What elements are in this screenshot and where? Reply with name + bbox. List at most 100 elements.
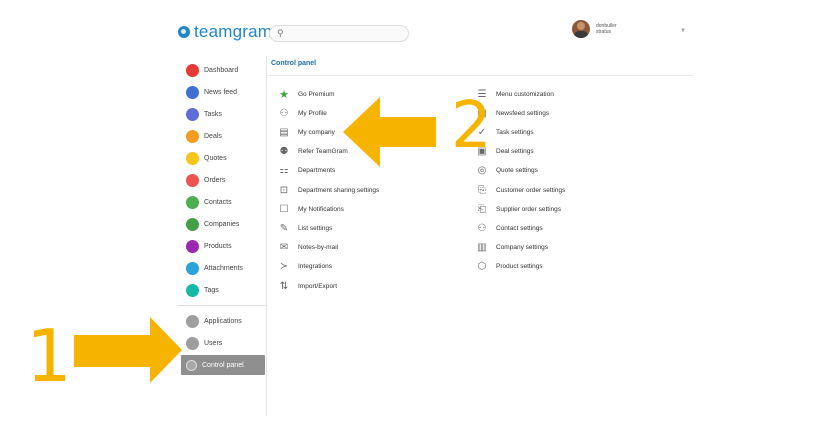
setting-label: Deal settings (496, 148, 534, 156)
tags-icon (186, 283, 199, 297)
tasks-icon (186, 107, 199, 121)
supplier-order-icon: ⎗ (478, 203, 486, 215)
sidebar-item-tasks[interactable]: Tasks (181, 104, 265, 124)
quote-icon: ◎ (477, 165, 487, 177)
star-icon: ★ (279, 88, 289, 101)
setting-quote-settings[interactable]: ◎ Quote settings (475, 164, 538, 178)
attachments-icon (186, 261, 199, 275)
setting-departments[interactable]: ⚏ Departments (277, 164, 336, 178)
sidebar-item-label: Applications (204, 317, 242, 325)
sidebar-divider (177, 305, 266, 306)
company-icon: ▥ (477, 242, 487, 254)
products-icon (186, 239, 199, 253)
refer-icon: ⚉ (279, 146, 289, 158)
sidebar-item-dashboard[interactable]: Dashboard (181, 60, 265, 80)
companies-icon (186, 217, 199, 231)
setting-contact-settings[interactable]: ⚇ Contact settings (475, 221, 543, 235)
setting-label: My Profile (298, 109, 327, 117)
setting-label: Menu customization (496, 90, 554, 98)
user-menu[interactable]: donbuller stratus (572, 20, 617, 38)
setting-supplier-order-settings[interactable]: ⎗ Supplier order settings (475, 202, 561, 216)
person-icon: ⚇ (279, 107, 289, 119)
setting-label: Product settings (496, 263, 543, 271)
customer-order-icon: ⎘ (478, 184, 486, 196)
user-name-line2: stratus (596, 29, 612, 35)
sidebar-item-attachments[interactable]: Attachments (181, 258, 265, 278)
chevron-down-icon[interactable]: ▼ (680, 28, 686, 34)
sidebar-item-label: Control panel (202, 361, 244, 369)
sidebar-item-products[interactable]: Products (181, 236, 265, 256)
setting-department-sharing-settings[interactable]: ⊡ Department sharing settings (277, 183, 380, 197)
setting-label: Department sharing settings (298, 186, 380, 194)
sidebar: Dashboard News feed Tasks Deals Quotes O… (177, 56, 267, 416)
sidebar-item-news-feed[interactable]: News feed (181, 82, 265, 102)
departments-icon: ⚏ (279, 165, 289, 177)
gear-icon (186, 359, 197, 371)
setting-label: Company settings (496, 244, 549, 252)
setting-import-export[interactable]: ⇅ Import/Export (277, 279, 337, 293)
lock-icon: ⊡ (279, 184, 289, 196)
contacts-icon (186, 195, 199, 209)
title-divider (267, 75, 693, 76)
sidebar-item-label: Orders (204, 176, 226, 184)
setting-go-premium[interactable]: ★ Go Premium (277, 87, 334, 101)
step-1-label: 1 (26, 314, 72, 398)
setting-label: My company (298, 128, 335, 136)
setting-label: Supplier order settings (496, 205, 562, 213)
setting-company-settings[interactable]: ▥ Company settings (475, 241, 548, 255)
logo[interactable]: teamgram (178, 22, 272, 42)
sidebar-item-deals[interactable]: Deals (181, 126, 265, 146)
setting-label: Customer order settings (496, 186, 566, 194)
building-icon: ▤ (279, 126, 289, 138)
setting-notes-by-mail[interactable]: ✉ Notes-by-mail (277, 241, 338, 255)
sidebar-item-contacts[interactable]: Contacts (181, 192, 265, 212)
search-input[interactable]: ⚲ (269, 25, 409, 42)
setting-product-settings[interactable]: ⬡ Product settings (475, 260, 543, 274)
sidebar-item-label: Tags (204, 286, 219, 294)
list-edit-icon: ✎ (279, 222, 289, 234)
sidebar-item-label: Products (204, 242, 232, 250)
logo-icon (178, 26, 190, 38)
quotes-icon (186, 151, 199, 165)
sidebar-item-tags[interactable]: Tags (181, 280, 265, 300)
setting-refer-teamgram[interactable]: ⚉ Refer TeamGram (277, 145, 348, 159)
orders-icon (186, 173, 199, 187)
deals-icon (186, 129, 199, 143)
dashboard-icon (186, 63, 199, 77)
sidebar-item-companies[interactable]: Companies (181, 214, 265, 234)
setting-my-notifications[interactable]: ☐ My Notifications (277, 202, 344, 216)
setting-label: Import/Export (298, 282, 338, 290)
setting-label: Task settings (496, 128, 534, 136)
sidebar-item-label: Dashboard (204, 66, 239, 74)
setting-integrations[interactable]: ≻ Integrations (277, 260, 332, 274)
setting-label: Departments (298, 167, 336, 175)
sidebar-item-label: Contacts (204, 198, 232, 206)
sidebar-item-users[interactable]: Users (181, 333, 265, 353)
setting-label: Notes-by-mail (298, 244, 339, 252)
sidebar-item-label: News feed (204, 88, 238, 96)
integrations-icon: ≻ (279, 261, 289, 273)
box-icon: ⬡ (477, 261, 487, 273)
sidebar-item-label: Companies (204, 220, 240, 228)
notification-icon: ☐ (279, 203, 289, 215)
search-icon: ⚲ (277, 28, 284, 38)
sidebar-item-applications[interactable]: Applications (181, 311, 265, 331)
setting-label: Refer TeamGram (298, 148, 348, 156)
setting-label: Contact settings (496, 224, 543, 232)
setting-list-settings[interactable]: ✎ List settings (277, 221, 333, 235)
setting-my-company[interactable]: ▤ My company (277, 125, 335, 139)
mail-icon: ✉ (279, 242, 289, 254)
setting-label: My Notifications (298, 205, 344, 213)
setting-my-profile[interactable]: ⚇ My Profile (277, 106, 327, 120)
avatar[interactable] (572, 20, 590, 38)
page-title: Control panel (271, 60, 317, 67)
sidebar-item-control-panel[interactable]: Control panel (181, 355, 265, 375)
sidebar-item-quotes[interactable]: Quotes (181, 148, 265, 168)
setting-label: List settings (298, 224, 333, 232)
news-feed-icon (186, 85, 199, 99)
sidebar-item-label: Users (204, 339, 223, 347)
setting-customer-order-settings[interactable]: ⎘ Customer order settings (475, 183, 565, 197)
sidebar-item-orders[interactable]: Orders (181, 170, 265, 190)
contacts-icon: ⚇ (477, 222, 487, 234)
setting-label: Newsfeed settings (496, 109, 550, 117)
